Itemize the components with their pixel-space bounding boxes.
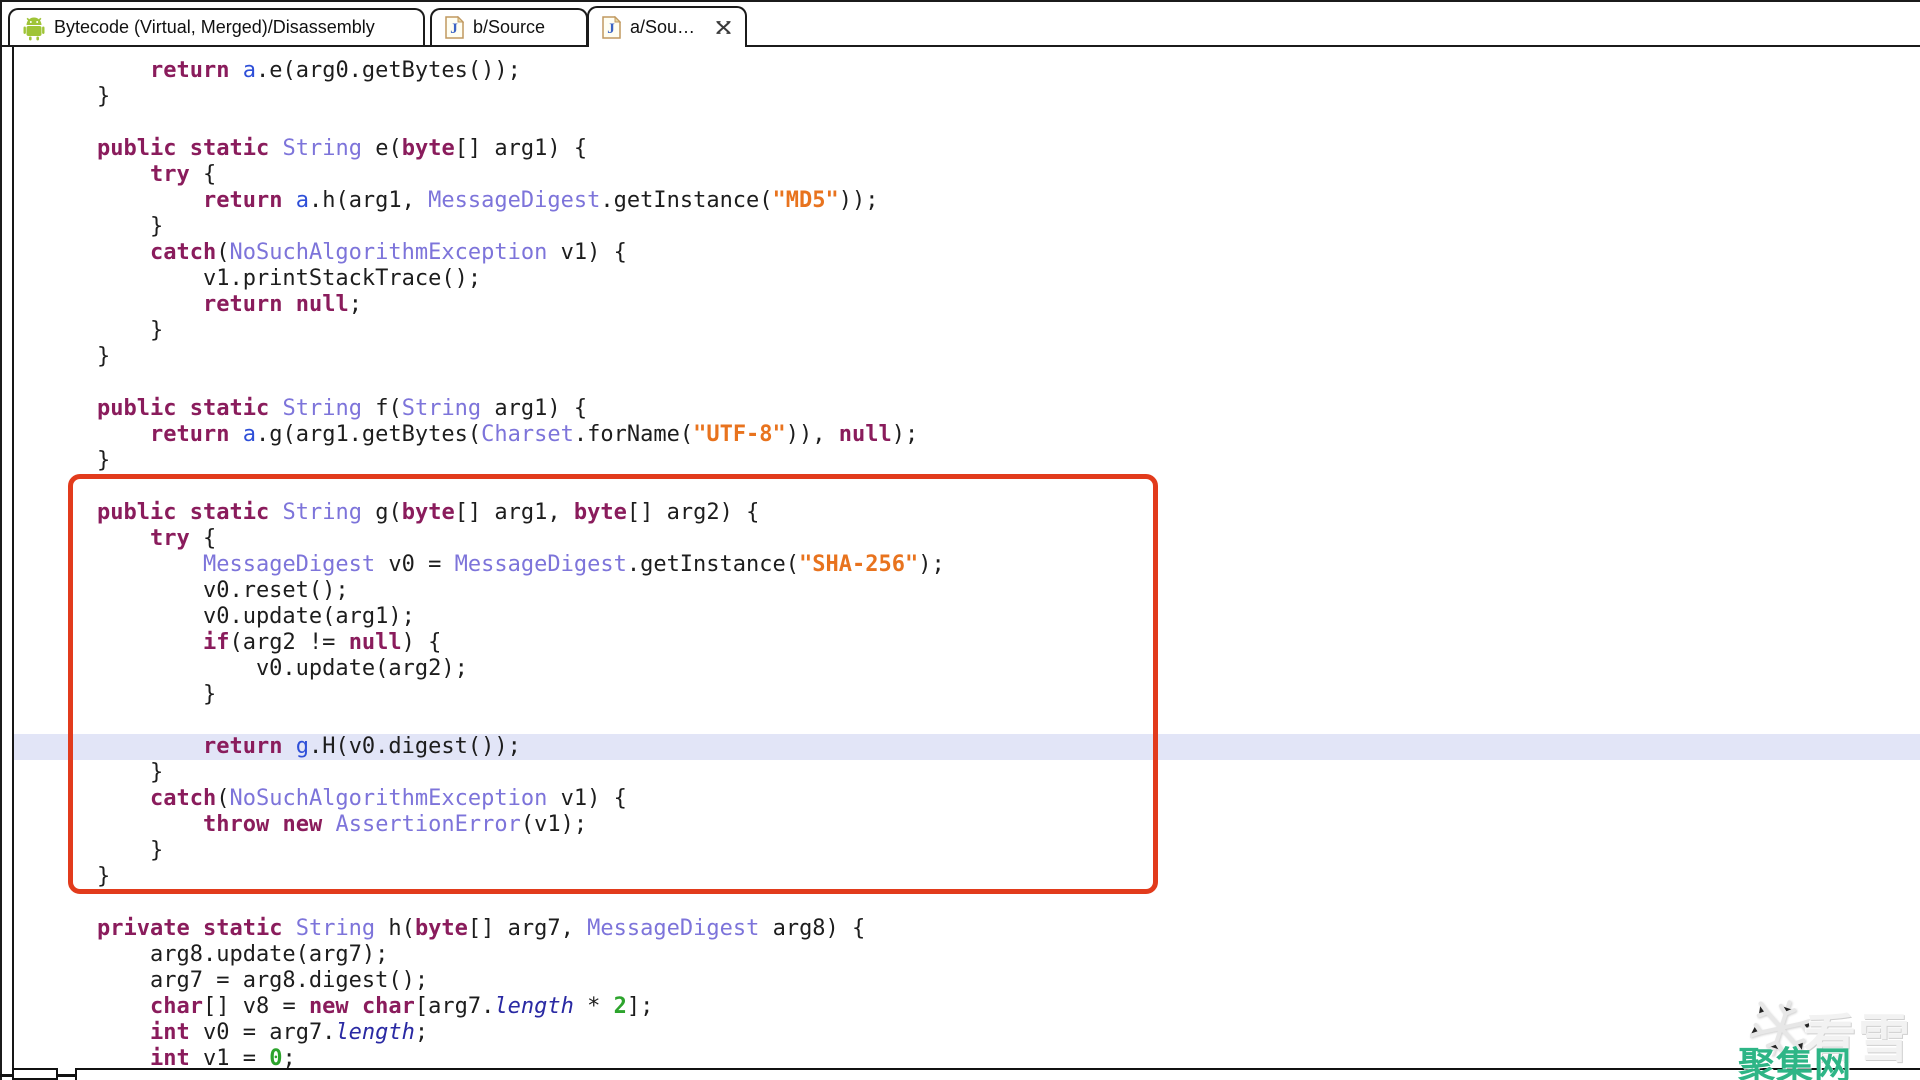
- tab-a-source[interactable]: J a/Source: [587, 6, 747, 47]
- code-line[interactable]: v1.printStackTrace();: [14, 266, 1920, 292]
- code-line[interactable]: char[] v8 = new char[arg7.length * 2];: [14, 994, 1920, 1020]
- code-line[interactable]: }: [14, 760, 1920, 786]
- tab-bar-divider: [0, 45, 1920, 47]
- code-line[interactable]: return a.h(arg1, MessageDigest.getInstan…: [14, 188, 1920, 214]
- code-line[interactable]: }: [14, 682, 1920, 708]
- code-line[interactable]: public static String f(String arg1) {: [14, 396, 1920, 422]
- tab-label: Bytecode (Virtual, Merged)/Disassembly: [54, 17, 375, 38]
- scrollbar-corner: [12, 1068, 58, 1080]
- editor[interactable]: return a.e(arg0.getBytes());} public sta…: [0, 47, 1920, 1080]
- code-line[interactable]: }: [14, 84, 1920, 110]
- tab-bytecode-disassembly[interactable]: Bytecode (Virtual, Merged)/Disassembly: [8, 8, 425, 45]
- code-line[interactable]: v0.update(arg2);: [14, 656, 1920, 682]
- code-line[interactable]: return a.e(arg0.getBytes());: [14, 58, 1920, 84]
- code-line[interactable]: }: [14, 864, 1920, 890]
- code-line[interactable]: }: [14, 344, 1920, 370]
- code-line[interactable]: public static String e(byte[] arg1) {: [14, 136, 1920, 162]
- android-icon: [23, 15, 45, 41]
- code-line-highlighted[interactable]: return g.H(v0.digest());: [14, 734, 1920, 760]
- tab-label: b/Source: [473, 17, 545, 38]
- java-file-icon: J: [602, 16, 621, 39]
- tab-label: a/Source: [630, 17, 700, 38]
- code-line[interactable]: [14, 474, 1920, 500]
- code-line[interactable]: }: [14, 838, 1920, 864]
- code-line[interactable]: public static String g(byte[] arg1, byte…: [14, 500, 1920, 526]
- code-line[interactable]: return null;: [14, 292, 1920, 318]
- tab-b-source[interactable]: J b/Source: [430, 8, 588, 45]
- tab-bar: Bytecode (Virtual, Merged)/Disassembly J…: [0, 0, 1920, 47]
- svg-text:J: J: [450, 21, 458, 37]
- code-line[interactable]: int v0 = arg7.length;: [14, 1020, 1920, 1046]
- window-top-border: [0, 0, 1920, 2]
- code-line[interactable]: private static String h(byte[] arg7, Mes…: [14, 916, 1920, 942]
- code-line[interactable]: [14, 890, 1920, 916]
- horizontal-scrollbar[interactable]: [75, 1068, 1920, 1080]
- code-line[interactable]: arg8.update(arg7);: [14, 942, 1920, 968]
- svg-text:J: J: [607, 21, 615, 37]
- code-line[interactable]: [14, 370, 1920, 396]
- code-line[interactable]: }: [14, 318, 1920, 344]
- java-file-icon: J: [445, 16, 464, 39]
- code-area[interactable]: return a.e(arg0.getBytes());} public sta…: [14, 58, 1920, 1080]
- code-line[interactable]: throw new AssertionError(v1);: [14, 812, 1920, 838]
- window-left-border: [0, 0, 2, 1080]
- code-line[interactable]: }: [14, 214, 1920, 240]
- code-line[interactable]: if(arg2 != null) {: [14, 630, 1920, 656]
- code-line[interactable]: [14, 708, 1920, 734]
- code-line[interactable]: catch(NoSuchAlgorithmException v1) {: [14, 786, 1920, 812]
- code-line[interactable]: MessageDigest v0 = MessageDigest.getInst…: [14, 552, 1920, 578]
- code-line[interactable]: catch(NoSuchAlgorithmException v1) {: [14, 240, 1920, 266]
- code-line[interactable]: try {: [14, 526, 1920, 552]
- code-line[interactable]: arg7 = arg8.digest();: [14, 968, 1920, 994]
- code-line[interactable]: v0.reset();: [14, 578, 1920, 604]
- close-icon[interactable]: [715, 19, 732, 36]
- code-line[interactable]: }: [14, 448, 1920, 474]
- code-line[interactable]: try {: [14, 162, 1920, 188]
- code-line[interactable]: return a.g(arg1.getBytes(Charset.forName…: [14, 422, 1920, 448]
- code-line[interactable]: [14, 110, 1920, 136]
- code-line[interactable]: v0.update(arg1);: [14, 604, 1920, 630]
